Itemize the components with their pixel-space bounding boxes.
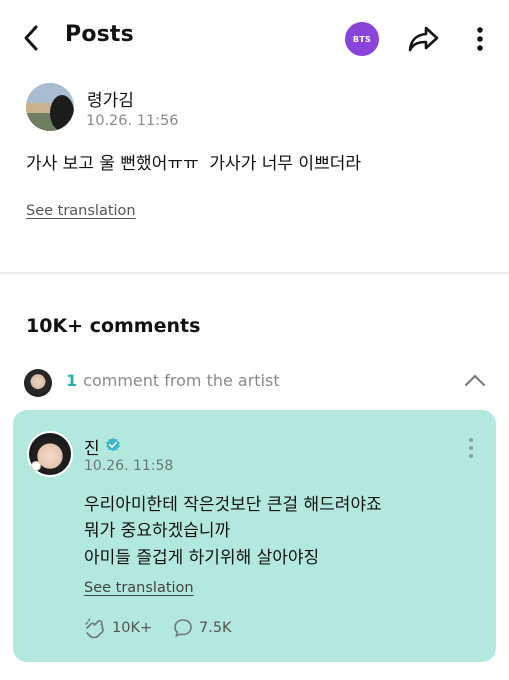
artist-badge-icon <box>31 461 41 471</box>
author-avatar[interactable] <box>26 83 74 131</box>
artist-avatar-small <box>24 369 52 397</box>
reply-count: 7.5K <box>199 620 232 636</box>
comments-count: 10K+ comments <box>26 315 201 337</box>
app-header: Posts BTS <box>0 0 509 76</box>
cheer-icon <box>85 618 104 638</box>
back-button[interactable] <box>16 22 46 54</box>
chevron-left-icon <box>24 25 38 51</box>
comment-see-translation-link[interactable]: See translation <box>84 580 194 596</box>
speech-bubble-icon <box>174 619 192 637</box>
chevron-up-icon <box>465 375 485 386</box>
artist-name[interactable]: 진 <box>84 434 100 459</box>
author-name[interactable]: 령가김 <box>87 86 134 111</box>
comment-text-line: 아미들 즐겁게 하기위해 살아야징 <box>84 548 320 568</box>
like-count: 10K+ <box>112 620 153 636</box>
share-button[interactable] <box>406 22 442 56</box>
artist-comment-label: comment from the artist <box>83 371 280 390</box>
vertical-dots-icon <box>477 27 483 51</box>
avatar-image <box>26 83 74 131</box>
artist-comment-timestamp: 10.26. 11:58 <box>84 458 174 474</box>
vertical-dots-icon <box>469 438 473 458</box>
more-options-button[interactable] <box>468 22 492 56</box>
share-arrow-icon <box>408 26 439 52</box>
artist-comment-summary[interactable]: 1 comment from the artist <box>66 371 280 390</box>
community-badge[interactable]: BTS <box>345 22 379 56</box>
page-title: Posts <box>65 22 134 47</box>
see-translation-link[interactable]: See translation <box>26 203 136 219</box>
section-divider <box>0 272 509 274</box>
post-timestamp: 10.26. 11:56 <box>86 113 179 129</box>
reply-button[interactable]: 7.5K <box>173 618 232 638</box>
comment-more-button[interactable] <box>465 436 477 460</box>
artist-comment-card: 진 10.26. 11:58 우리아미한테 작은것보단 큰걸 해드려야죠 뭐가 … <box>13 410 496 662</box>
artist-comment-count: 1 <box>66 371 78 390</box>
comment-text-line: 뭐가 중요하겠습니까 <box>84 521 231 541</box>
comment-text-line: 우리아미한테 작은것보단 큰걸 해드려야죠 <box>84 495 382 515</box>
verified-badge-icon <box>106 437 120 452</box>
post-body: 가사 보고 울 뻔했어ㅠㅠ 가사가 너무 이쁘더라 <box>26 154 361 174</box>
collapse-button[interactable] <box>460 368 490 392</box>
like-button[interactable]: 10K+ <box>84 618 152 638</box>
